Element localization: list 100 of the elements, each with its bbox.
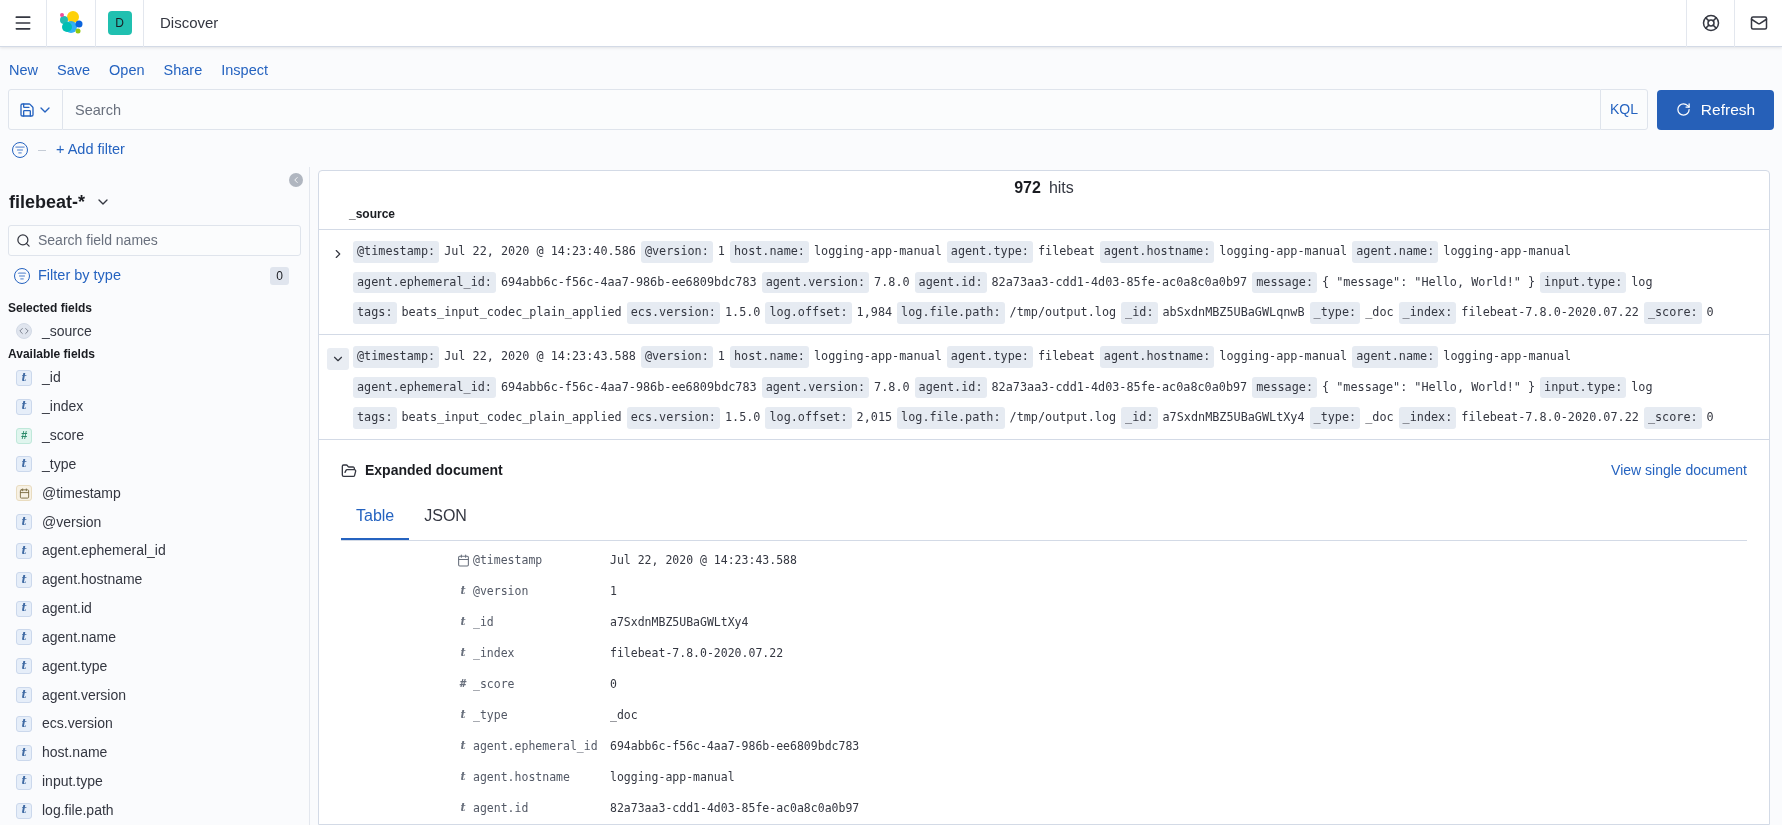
refresh-icon[interactable]	[1675, 102, 1691, 117]
field-name-cell-text: agent.ephemeral_id	[473, 737, 599, 755]
query-language-button[interactable]: KQL	[1600, 89, 1648, 130]
field-type-badge: t	[16, 571, 32, 588]
field-name[interactable]: _index	[42, 396, 84, 418]
field-type-badge: t	[16, 802, 32, 819]
field-name[interactable]: agent.ephemeral_id	[42, 540, 166, 562]
top-menu-link[interactable]: Inspect	[221, 60, 268, 80]
field-value: _doc	[1365, 304, 1394, 322]
document-tab[interactable]: JSON	[409, 494, 482, 540]
field-key-tag: log.offset:	[765, 407, 852, 429]
field-value: logging-app-manual	[813, 347, 942, 365]
space-avatar[interactable]: D	[107, 11, 132, 35]
field-key-tag: _score:	[1643, 407, 1702, 429]
field-value: Jul 22, 2020 @ 14:23:43.588	[444, 347, 636, 365]
menu-icon[interactable]	[13, 13, 33, 33]
code-icon	[16, 323, 32, 339]
hits-label: hits	[1048, 178, 1074, 198]
field-value: { "message": "Hello, World!" }	[1322, 378, 1536, 396]
field-key-tag: agent.id:	[914, 271, 987, 294]
field-name[interactable]: ecs.version	[42, 713, 113, 735]
field-key-tag: agent.id:	[914, 376, 987, 399]
field-value-cell-text: 694abb6c-f56c-4aa7-986b-ee6809bdc783	[610, 737, 860, 755]
search-field[interactable]: Search	[63, 89, 1600, 130]
refresh-button[interactable]: Refresh	[1657, 89, 1774, 130]
field-value: 0	[1706, 409, 1714, 427]
field-key-tag: _type:	[1309, 407, 1361, 429]
field-key-tag: agent.type:	[946, 240, 1033, 263]
envelope-icon[interactable]	[1749, 14, 1768, 32]
field-key-tag: log.file.path:	[897, 407, 1005, 429]
top-menu-link[interactable]: Save	[57, 60, 91, 80]
field-value: { "message": "Hello, World!" }	[1322, 273, 1536, 291]
field-name-cell-text: _index	[473, 644, 516, 662]
field-name[interactable]: _source	[42, 320, 92, 342]
field-value-cell-text: filebeat-7.8.0-2020.07.22	[610, 644, 784, 662]
field-key-tag: @version:	[640, 345, 713, 368]
field-name[interactable]: _type	[42, 453, 77, 475]
field-name[interactable]: @timestamp	[42, 482, 121, 504]
field-value: abSxdnMBZ5UBaGWLqnwB	[1162, 304, 1305, 322]
logo-icon[interactable]	[58, 10, 84, 36]
field-key-tag: _id:	[1121, 407, 1158, 429]
field-type-label: t	[460, 614, 466, 631]
field-key-tag: ecs.version:	[626, 302, 720, 324]
top-menu-link[interactable]: Share	[163, 60, 203, 80]
field-value: log	[1631, 273, 1653, 291]
field-name[interactable]: agent.version	[42, 684, 127, 706]
field-type-badge: t	[16, 773, 32, 790]
field-type-badge: t	[16, 629, 32, 646]
field-name[interactable]: agent.type	[42, 655, 108, 677]
search-icon	[16, 233, 31, 249]
view-single-document-link[interactable]: View single document	[1611, 460, 1747, 481]
field-name[interactable]: agent.hostname	[42, 569, 143, 591]
field-name[interactable]: agent.name	[42, 626, 116, 648]
field-name[interactable]: _id	[42, 367, 61, 389]
field-value: 1	[717, 242, 725, 260]
field-key-tag: agent.ephemeral_id:	[353, 271, 496, 294]
field-key-tag: ecs.version:	[626, 407, 720, 429]
field-value-cell-text: 0	[610, 675, 617, 693]
row-toggle-button[interactable]	[327, 347, 349, 370]
field-value: logging-app-manual	[1219, 347, 1348, 365]
top-menu-link[interactable]: New	[9, 60, 38, 80]
field-key-tag: log.offset:	[765, 302, 852, 324]
saved-query-button[interactable]	[8, 89, 63, 130]
field-type-badge: t	[16, 658, 32, 675]
field-value: log	[1631, 378, 1653, 396]
field-type-label: #	[459, 676, 467, 693]
field-value-cell-text: Jul 22, 2020 @ 14:23:43.588	[610, 551, 797, 569]
field-type-badge: t	[16, 600, 32, 617]
field-search-field[interactable]: Search field names	[8, 225, 301, 256]
field-name[interactable]: input.type	[42, 771, 103, 793]
lifebuoy-icon[interactable]	[1701, 14, 1720, 32]
field-key-tag: agent.hostname:	[1099, 345, 1215, 368]
add-filter-button[interactable]: + Add filter	[56, 139, 125, 161]
field-value: beats_input_codec_plain_applied	[401, 409, 622, 427]
filter-by-type-button[interactable]: Filter by type	[14, 264, 121, 287]
field-key-tag: tags:	[353, 302, 397, 324]
section-heading: Selected fields	[7, 299, 94, 317]
field-value: 1	[717, 347, 725, 365]
document-tab[interactable]: Table	[341, 494, 410, 540]
column-heading[interactable]: _source	[349, 205, 396, 224]
top-menu-link[interactable]: Open	[109, 60, 145, 80]
field-value: 694abb6c-f56c-4aa7-986b-ee6809bdc783	[500, 273, 757, 291]
field-value: 2,015	[856, 409, 893, 427]
field-key-tag: host.name:	[729, 240, 809, 263]
field-name[interactable]: host.name	[42, 742, 108, 764]
index-pattern-selector[interactable]: filebeat-*	[9, 188, 112, 216]
field-key-tag: agent.version:	[761, 376, 870, 399]
field-name[interactable]: @version	[42, 511, 102, 533]
field-key-tag: _index:	[1398, 302, 1457, 324]
app-title: Discover	[160, 12, 219, 33]
field-name-cell-text: @timestamp	[473, 551, 544, 569]
section-heading: Available fields	[7, 346, 96, 364]
field-name[interactable]: _score	[42, 425, 85, 447]
field-value: 1.5.0	[724, 409, 761, 427]
field-name[interactable]: log.file.path	[42, 800, 114, 821]
field-name[interactable]: agent.id	[42, 598, 92, 620]
field-value: /tmp/output.log	[1009, 409, 1117, 427]
field-value-cell-text: _doc	[610, 706, 638, 724]
field-value: 694abb6c-f56c-4aa7-986b-ee6809bdc783	[500, 378, 757, 396]
field-key-tag: _index:	[1398, 407, 1457, 429]
